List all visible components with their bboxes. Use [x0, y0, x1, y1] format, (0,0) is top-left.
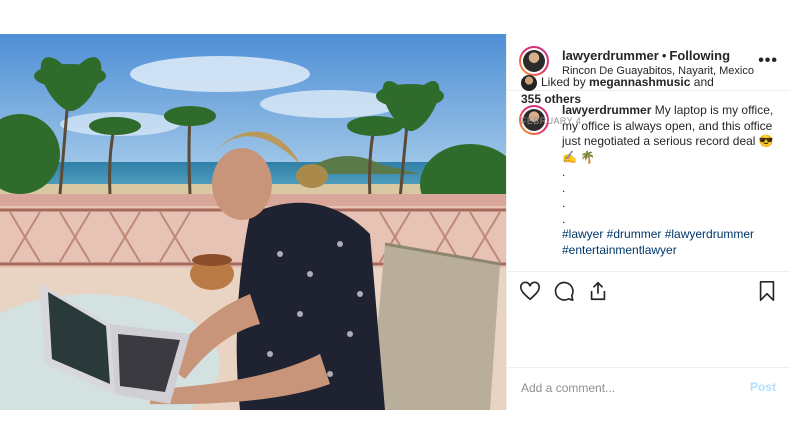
caption-text-block: lawyerdrummer My laptop is my office, my…: [562, 103, 780, 258]
following-button[interactable]: Following: [669, 48, 730, 63]
post-photo[interactable]: [0, 34, 506, 410]
liker-avatar[interactable]: [521, 74, 537, 91]
caption-hashtags[interactable]: #lawyer #drummer #lawyerdrummer #enterta…: [562, 227, 780, 258]
others-count[interactable]: 355 others: [521, 92, 581, 106]
caption-dot: .: [562, 196, 566, 210]
comment-input[interactable]: [519, 380, 723, 396]
share-icon[interactable]: [587, 280, 609, 302]
likes-summary: Liked by megannashmusic and 355 others: [521, 74, 714, 107]
liker-username[interactable]: megannashmusic: [589, 75, 690, 89]
author-username[interactable]: lawyerdrummer: [562, 48, 659, 63]
heart-icon[interactable]: [519, 280, 541, 302]
separator-dot: •: [661, 48, 667, 63]
caption-dot: .: [562, 211, 566, 226]
more-options-icon[interactable]: •••: [758, 52, 778, 70]
caption-dot: .: [562, 180, 566, 195]
bookmark-icon[interactable]: [756, 280, 778, 302]
header-line: lawyerdrummer • Following: [562, 48, 730, 63]
action-bar: [507, 272, 790, 308]
comment-bar: Post: [507, 367, 790, 410]
post-side-panel: lawyerdrummer • Following Rincon De Guayab…: [506, 34, 790, 410]
liked-and-label: and: [693, 75, 714, 89]
caption-dots: . . . .: [562, 165, 780, 227]
post-date[interactable]: FEBRUARY 4: [521, 116, 581, 126]
post-comment-button[interactable]: Post: [750, 380, 776, 394]
comment-icon[interactable]: [553, 280, 575, 302]
caption-dot: .: [562, 165, 566, 179]
author-avatar[interactable]: [519, 46, 549, 76]
liked-by-label: Liked by: [541, 75, 586, 89]
